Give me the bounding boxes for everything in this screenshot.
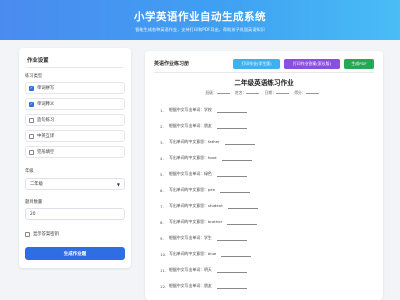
question-text: 根据中文写出单词：绿色 — [169, 171, 212, 176]
question-item: 7. 写出单词的中文意思：student — [160, 203, 258, 209]
question-count-value: 20 — [30, 211, 36, 217]
preview-panel: 英语作业练习册 打印作业(学生版) 打印作业答案(家长版) 生成PDF 二年级英… — [145, 51, 383, 300]
settings-divider — [27, 67, 123, 68]
answer-line[interactable] — [216, 285, 247, 289]
app-subtitle: 智能生成各种英语作业，支持打印和PDF导出，帮助孩子巩固英语知识 — [135, 27, 265, 32]
question-item: 2. 根据中文写出单词：朋友 — [160, 123, 247, 129]
show-answers-option[interactable]: 显示答案密钥 — [25, 231, 59, 237]
checkbox-icon[interactable] — [29, 133, 34, 139]
question-item: 11. 根据中文写出单词：明天 — [160, 267, 247, 273]
generate-button[interactable]: 生成作业题 — [25, 247, 125, 260]
answer-line[interactable] — [216, 109, 247, 113]
meta-class: 班级： — [205, 90, 217, 95]
type-option-spelling[interactable]: ✓ 单词拼写 — [25, 82, 125, 94]
answer-line[interactable] — [221, 253, 252, 257]
type-option-translate[interactable]: 中英互译 — [25, 130, 125, 142]
answer-line[interactable] — [216, 237, 247, 241]
question-text: 根据中文写出单词：朋友 — [169, 123, 212, 128]
type-option-label: 完形填空 — [37, 150, 55, 155]
answer-line[interactable] — [227, 221, 258, 225]
answer-line[interactable] — [224, 141, 255, 145]
grade-value: 二年级 — [30, 182, 43, 187]
meta-name: 姓名： — [235, 90, 247, 95]
checkbox-icon[interactable] — [29, 149, 34, 155]
grade-select[interactable]: 二年级 ▼ — [25, 178, 125, 190]
type-option-label: 造句练习 — [37, 118, 55, 123]
meta-score: 得分： — [294, 90, 306, 95]
question-text: 写出单词的中文意思：brother — [169, 219, 223, 224]
app-title: 小学英语作业自动生成系统 — [134, 11, 266, 23]
question-text: 根据中文写出单词：学校 — [169, 107, 212, 112]
type-option-label: 单词拼写 — [37, 86, 55, 91]
question-text: 写出单词的中文意思：pen — [169, 187, 216, 192]
type-option-meaning[interactable]: ✓ 单词释义 — [25, 98, 125, 110]
answer-line[interactable] — [227, 205, 258, 209]
chevron-down-icon: ▼ — [116, 182, 120, 187]
question-text: 写出单词的中文意思：student — [169, 203, 223, 208]
question-item: 8. 写出单词的中文意思：brother — [160, 219, 258, 225]
print-teacher-button[interactable]: 打印作业答案(家长版) — [284, 59, 340, 69]
type-option-label: 单词释义 — [37, 102, 55, 107]
worksheet-title: 二年级英语练习作业 — [234, 79, 294, 87]
question-count-input[interactable]: 20 — [25, 208, 125, 220]
answer-line[interactable] — [216, 269, 247, 273]
checkbox-icon[interactable] — [29, 117, 34, 123]
question-item: 6. 写出单词的中文意思：pen — [160, 187, 251, 193]
pdf-button[interactable]: 生成PDF — [344, 59, 374, 69]
answer-line[interactable] — [220, 189, 251, 193]
question-text: 写出单词的中文意思：father — [169, 139, 220, 144]
question-item: 10. 写出单词的中文意思：blue — [160, 251, 252, 257]
question-item: 4. 写出单词的中文意思：food — [160, 155, 252, 161]
settings-title: 作业设置 — [27, 58, 49, 64]
question-item: 1. 根据中文写出单词：学校 — [160, 107, 247, 113]
question-item: 9. 根据中文写出单词：学生 — [160, 235, 247, 241]
answer-line[interactable] — [221, 157, 252, 161]
type-option-cloze[interactable]: 完形填空 — [25, 146, 125, 158]
question-text: 根据中文写出单词：明天 — [169, 267, 212, 272]
answer-line[interactable] — [216, 125, 247, 129]
print-student-button[interactable]: 打印作业(学生版) — [233, 59, 280, 69]
question-item: 12. 根据中文写出单词：朋友 — [160, 283, 247, 289]
checkbox-icon[interactable] — [25, 231, 30, 237]
question-count-label: 题目数量 — [25, 200, 43, 205]
worksheet-meta: 班级： 姓名： 日期： 得分： — [145, 90, 383, 96]
question-item: 3. 写出单词的中文意思：father — [160, 139, 255, 145]
preview-title: 英语作业练习册 — [154, 61, 190, 67]
question-text: 根据中文写出单词：朋友 — [169, 283, 212, 288]
preview-divider — [154, 72, 374, 73]
question-text: 写出单词的中文意思：food — [169, 155, 217, 160]
question-item: 5. 根据中文写出单词：绿色 — [160, 171, 247, 177]
exercise-types-label: 练习类型 — [25, 74, 43, 79]
grade-label: 年级 — [25, 169, 34, 174]
checkbox-icon[interactable]: ✓ — [29, 85, 34, 91]
question-text: 根据中文写出单词：学生 — [169, 235, 212, 240]
app-header: 小学英语作业自动生成系统 智能生成各种英语作业，支持打印和PDF导出，帮助孩子巩… — [0, 0, 400, 40]
settings-panel: 作业设置 练习类型 ✓ 单词拼写 ✓ 单词释义 造句练习 中英互译 完形填空 年… — [19, 48, 131, 268]
type-option-label: 中英互译 — [37, 134, 55, 139]
question-text: 写出单词的中文意思：blue — [169, 251, 217, 256]
checkbox-icon[interactable]: ✓ — [29, 101, 34, 107]
type-option-sentence[interactable]: 造句练习 — [25, 114, 125, 126]
meta-date: 日期： — [264, 90, 276, 95]
show-answers-label: 显示答案密钥 — [33, 232, 59, 237]
answer-line[interactable] — [216, 173, 247, 177]
